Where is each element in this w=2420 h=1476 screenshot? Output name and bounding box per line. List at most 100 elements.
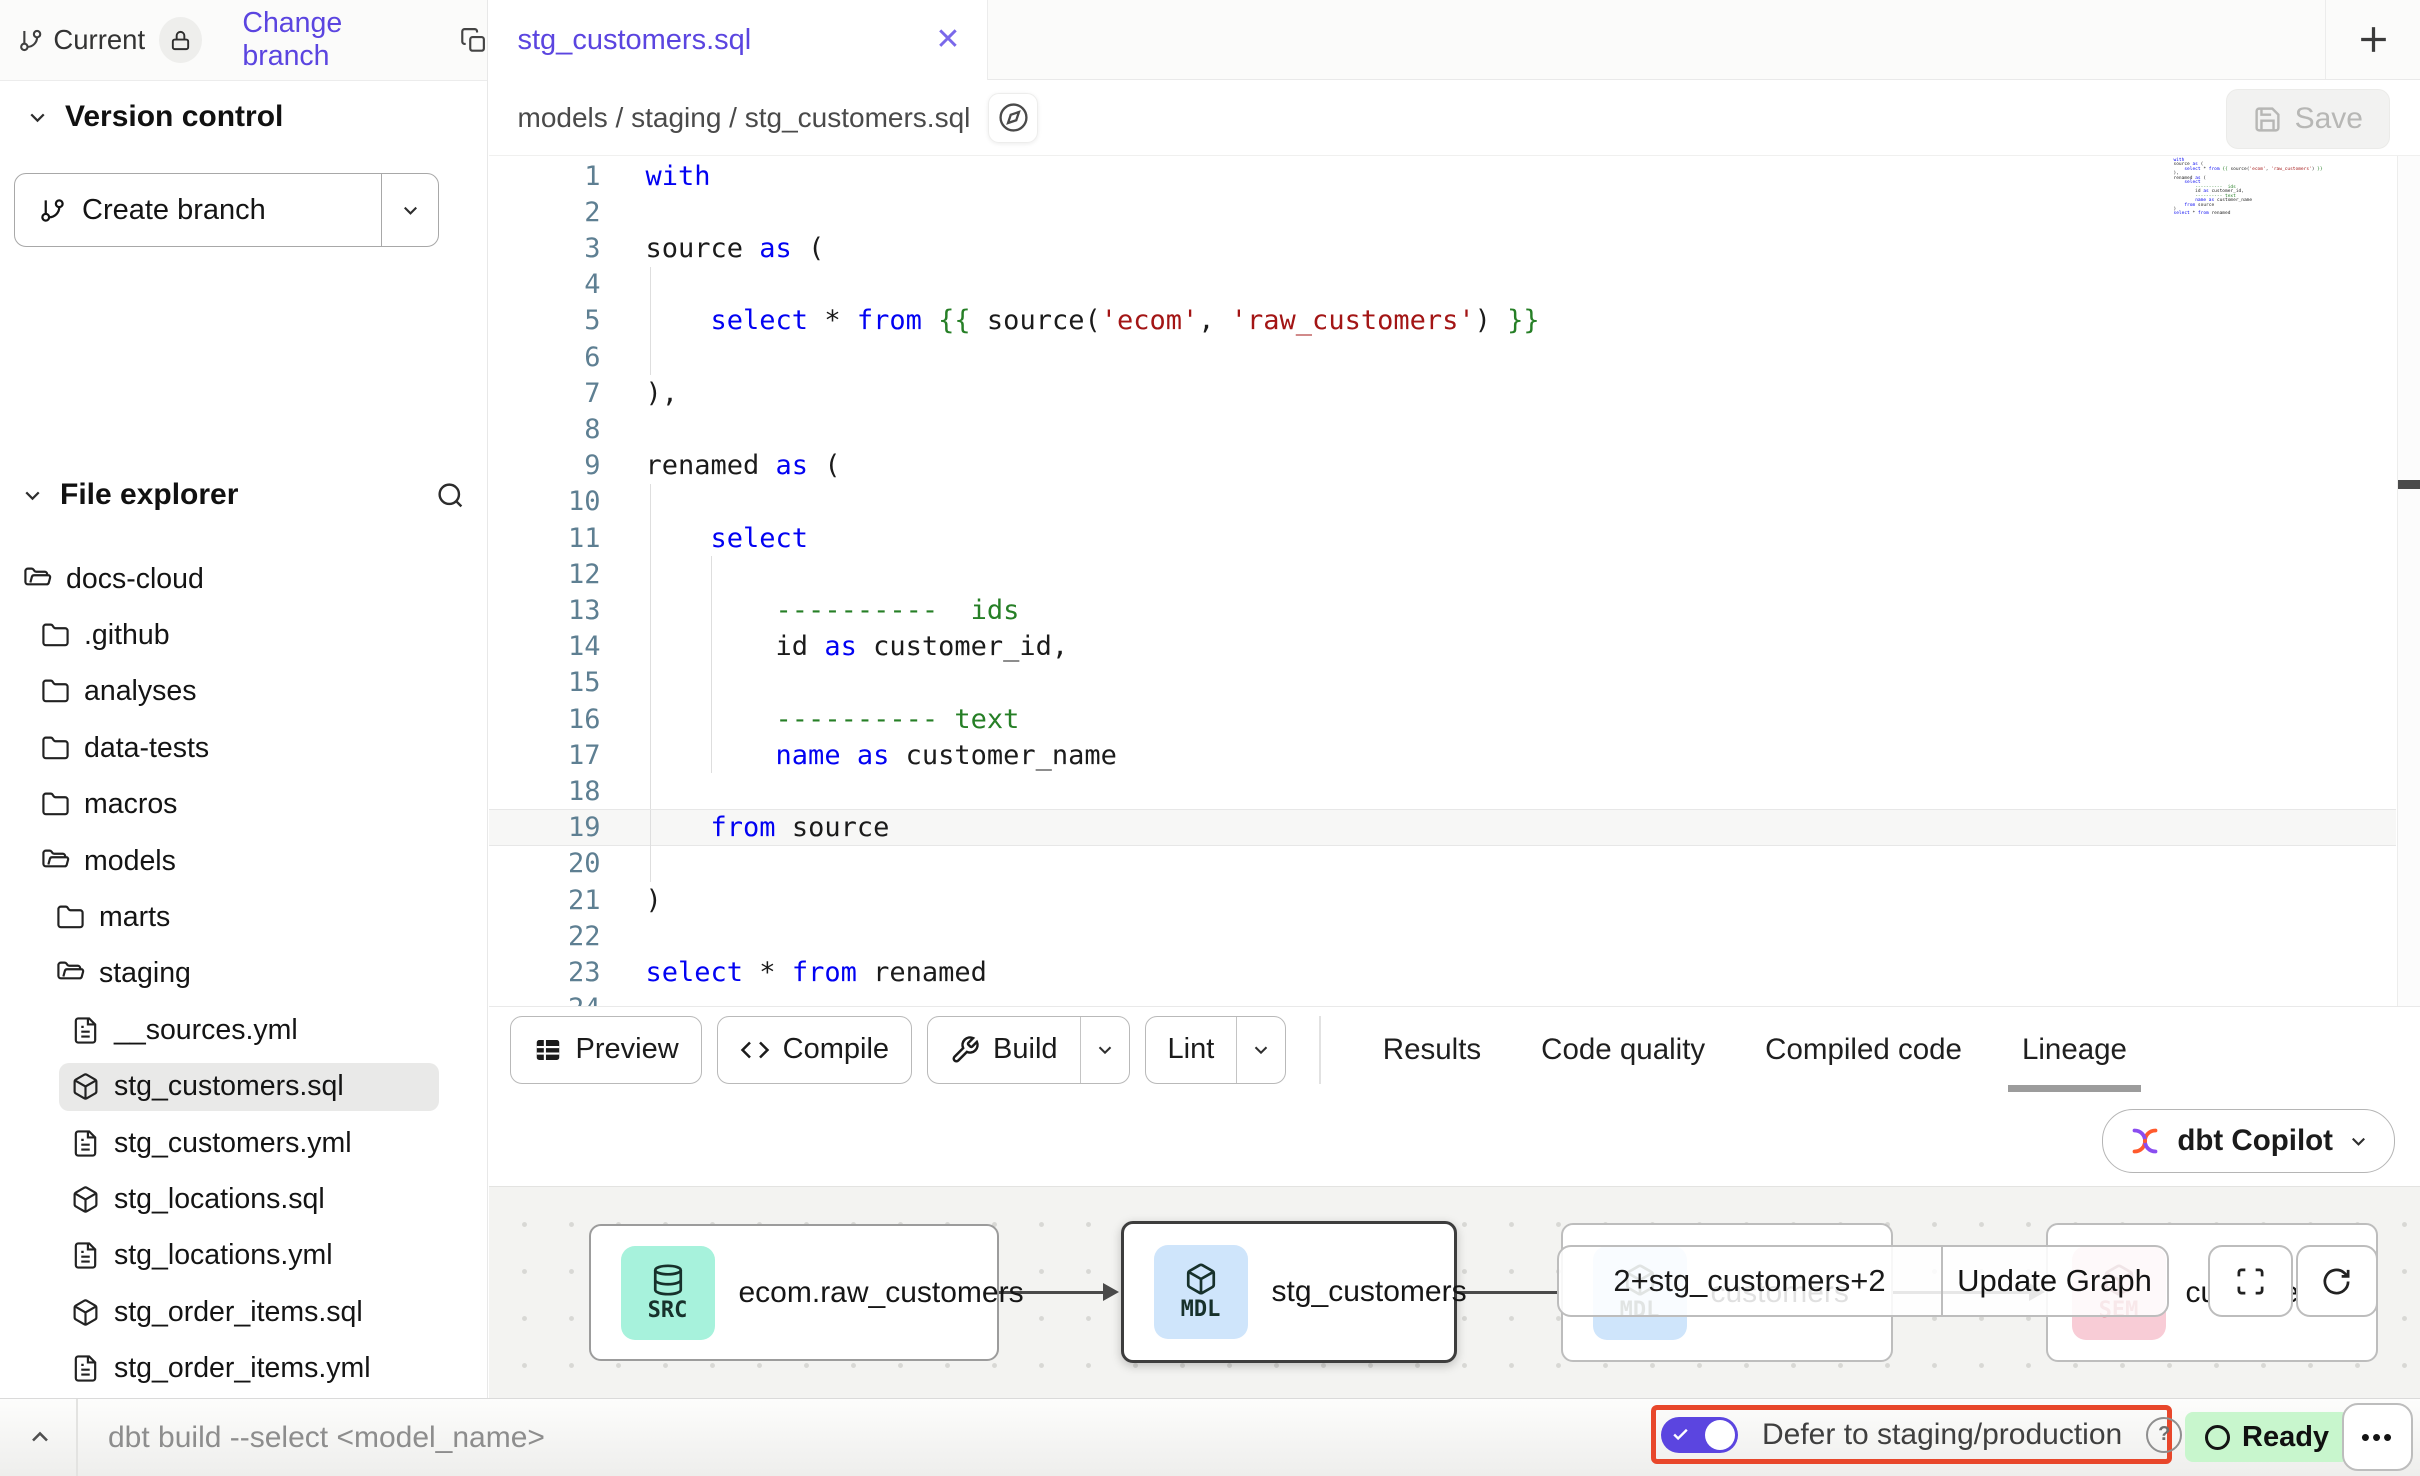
file-tree-item-marts[interactable]: marts — [0, 889, 487, 945]
tab-results[interactable]: Results — [1383, 1007, 1481, 1092]
code-line[interactable]: 10 — [489, 484, 2395, 520]
code-line[interactable]: 24 — [489, 991, 2395, 1006]
tab-lineage[interactable]: Lineage — [2022, 1007, 2127, 1092]
file-tree-item-sources-yml[interactable]: __sources.yml — [0, 1002, 487, 1058]
copilot-compass-chip[interactable] — [988, 93, 1038, 143]
code-line[interactable]: 14 id as customer_id, — [489, 629, 2395, 665]
code-line[interactable]: 1with — [489, 158, 2395, 194]
code-line[interactable]: 9renamed as ( — [489, 448, 2395, 484]
lineage-node-model-selected[interactable]: MDL stg_customers — [1121, 1221, 1457, 1363]
chevron-down-icon — [2347, 1130, 2370, 1153]
code-line[interactable]: 21) — [489, 882, 2395, 918]
editor-tabbar: stg_customers.sql ✕ — [489, 0, 2420, 80]
copilot-row: dbt Copilot — [489, 1092, 2420, 1186]
copilot-label: dbt Copilot — [2177, 1124, 2333, 1158]
code-line[interactable]: 16 ---------- text — [489, 701, 2395, 737]
editor-scrollbar[interactable] — [2397, 156, 2420, 1006]
code-line[interactable]: 3source as ( — [489, 230, 2395, 266]
file-tree-item-stg-locations-sql[interactable]: stg_locations.sql — [0, 1171, 487, 1227]
compile-label: Compile — [783, 1033, 889, 1066]
scrollbar-marker[interactable] — [2398, 480, 2420, 489]
code-line[interactable]: 8 — [489, 411, 2395, 447]
line-number: 2 — [489, 197, 601, 228]
folder-icon — [41, 621, 70, 650]
plus-icon[interactable] — [2355, 21, 2392, 58]
code-line[interactable]: 2 — [489, 194, 2395, 230]
overflow-menu-button[interactable]: ••• — [2342, 1403, 2413, 1471]
breadcrumb: models / staging / stg_customers.sql — [518, 102, 971, 134]
source-badge: SRC — [621, 1246, 715, 1340]
file-explorer-header[interactable]: File explorer — [20, 478, 465, 512]
code-line[interactable]: 20 — [489, 846, 2395, 882]
line-number: 13 — [489, 595, 601, 626]
lineage-selector-input[interactable]: 2+stg_customers+2 — [1559, 1247, 1941, 1315]
file-tree-item-stg-customers-yml[interactable]: stg_customers.yml — [0, 1115, 487, 1171]
breadcrumb-row: models / staging / stg_customers.sql Sav… — [489, 80, 2420, 156]
code-editor[interactable]: 1with23source as (45 select * from {{ so… — [489, 156, 2420, 1006]
fullscreen-button[interactable] — [2208, 1245, 2293, 1317]
file-explorer-title: File explorer — [60, 478, 238, 512]
build-button[interactable]: Build — [927, 1016, 1130, 1084]
create-branch-dropdown[interactable] — [381, 174, 438, 246]
file-tree-item-stg-order-items-yml[interactable]: stg_order_items.yml — [0, 1340, 487, 1396]
code-line[interactable]: 4 — [489, 267, 2395, 303]
lineage-node-source[interactable]: SRC ecom.raw_customers — [589, 1224, 999, 1361]
lint-dropdown[interactable] — [1236, 1017, 1285, 1083]
file-tree-item-analyses[interactable]: analyses — [0, 664, 487, 720]
copy-icon[interactable] — [460, 26, 487, 55]
code-line[interactable]: 7), — [489, 375, 2395, 411]
code-line[interactable]: 23select * from renamed — [489, 954, 2395, 990]
file-tree-item-models[interactable]: models — [0, 833, 487, 889]
defer-toggle[interactable] — [1661, 1417, 1738, 1453]
update-graph-button[interactable]: Update Graph — [1941, 1247, 2167, 1315]
code-line[interactable]: 22 — [489, 918, 2395, 954]
code-line[interactable]: 13 ---------- ids — [489, 592, 2395, 628]
chevron-up-icon[interactable] — [26, 1423, 54, 1451]
line-number: 3 — [489, 233, 601, 264]
ready-label: Ready — [2242, 1421, 2329, 1454]
dbt-cloud-ide: Current Change branch Version control Cr… — [0, 0, 2420, 1476]
version-control-header[interactable]: Version control — [25, 100, 283, 134]
preview-button[interactable]: Preview — [510, 1016, 702, 1084]
file-tree-item-stg-customers-sql[interactable]: stg_customers.sql — [0, 1059, 487, 1115]
branch-bar: Current Change branch — [0, 0, 487, 81]
close-icon[interactable]: ✕ — [935, 25, 960, 55]
help-icon[interactable]: ? — [2146, 1417, 2182, 1453]
tab-stg-customers-sql[interactable]: stg_customers.sql ✕ — [489, 0, 988, 80]
save-button[interactable]: Save — [2226, 89, 2390, 149]
code-line[interactable]: 12 — [489, 556, 2395, 592]
build-dropdown[interactable] — [1080, 1017, 1129, 1083]
toolbar-divider — [1319, 1016, 1321, 1084]
line-number: 14 — [489, 631, 601, 662]
command-input[interactable]: dbt build --select <model_name> — [108, 1399, 545, 1476]
git-branch-icon — [39, 197, 66, 224]
tab-code-quality[interactable]: Code quality — [1541, 1007, 1705, 1092]
lint-button[interactable]: Lint — [1145, 1016, 1287, 1084]
file-tree-label: stg_customers.yml — [114, 1127, 352, 1160]
editor-minimap[interactable]: withsource as ( select * from {{ source(… — [2174, 159, 2374, 217]
file-tree-item-stg-locations-yml[interactable]: stg_locations.yml — [0, 1228, 487, 1284]
code-line[interactable]: 6 — [489, 339, 2395, 375]
file-tree-item-data-tests[interactable]: data-tests — [0, 720, 487, 776]
search-icon[interactable] — [436, 481, 465, 510]
line-number: 17 — [489, 740, 601, 771]
code-line[interactable]: 11 select — [489, 520, 2395, 556]
refresh-button[interactable] — [2296, 1245, 2378, 1317]
code-line[interactable]: 19 from source — [489, 810, 2395, 846]
tab-compiled-code[interactable]: Compiled code — [1765, 1007, 1962, 1092]
code-line[interactable]: 15 — [489, 665, 2395, 701]
folder-icon — [56, 903, 85, 932]
change-branch-link[interactable]: Change branch — [242, 7, 425, 73]
code-line[interactable]: 17 name as customer_name — [489, 737, 2395, 773]
compile-button[interactable]: Compile — [717, 1016, 912, 1084]
dbt-copilot-button[interactable]: dbt Copilot — [2102, 1109, 2395, 1173]
file-tree-item-macros[interactable]: macros — [0, 777, 487, 833]
file-tree-item-github[interactable]: .github — [0, 607, 487, 663]
file-tree-item-staging[interactable]: staging — [0, 946, 487, 1002]
code-line[interactable]: 18 — [489, 773, 2395, 809]
create-branch-button[interactable]: Create branch — [14, 173, 439, 247]
file-tree-item-docs-cloud[interactable]: docs-cloud — [0, 551, 487, 607]
file-tree-item-stg-order-items-sql[interactable]: stg_order_items.sql — [0, 1284, 487, 1340]
code-line[interactable]: 5 select * from {{ source('ecom', 'raw_c… — [489, 303, 2395, 339]
lineage-panel[interactable]: SRC ecom.raw_customers MDL stg_customers… — [489, 1186, 2420, 1399]
